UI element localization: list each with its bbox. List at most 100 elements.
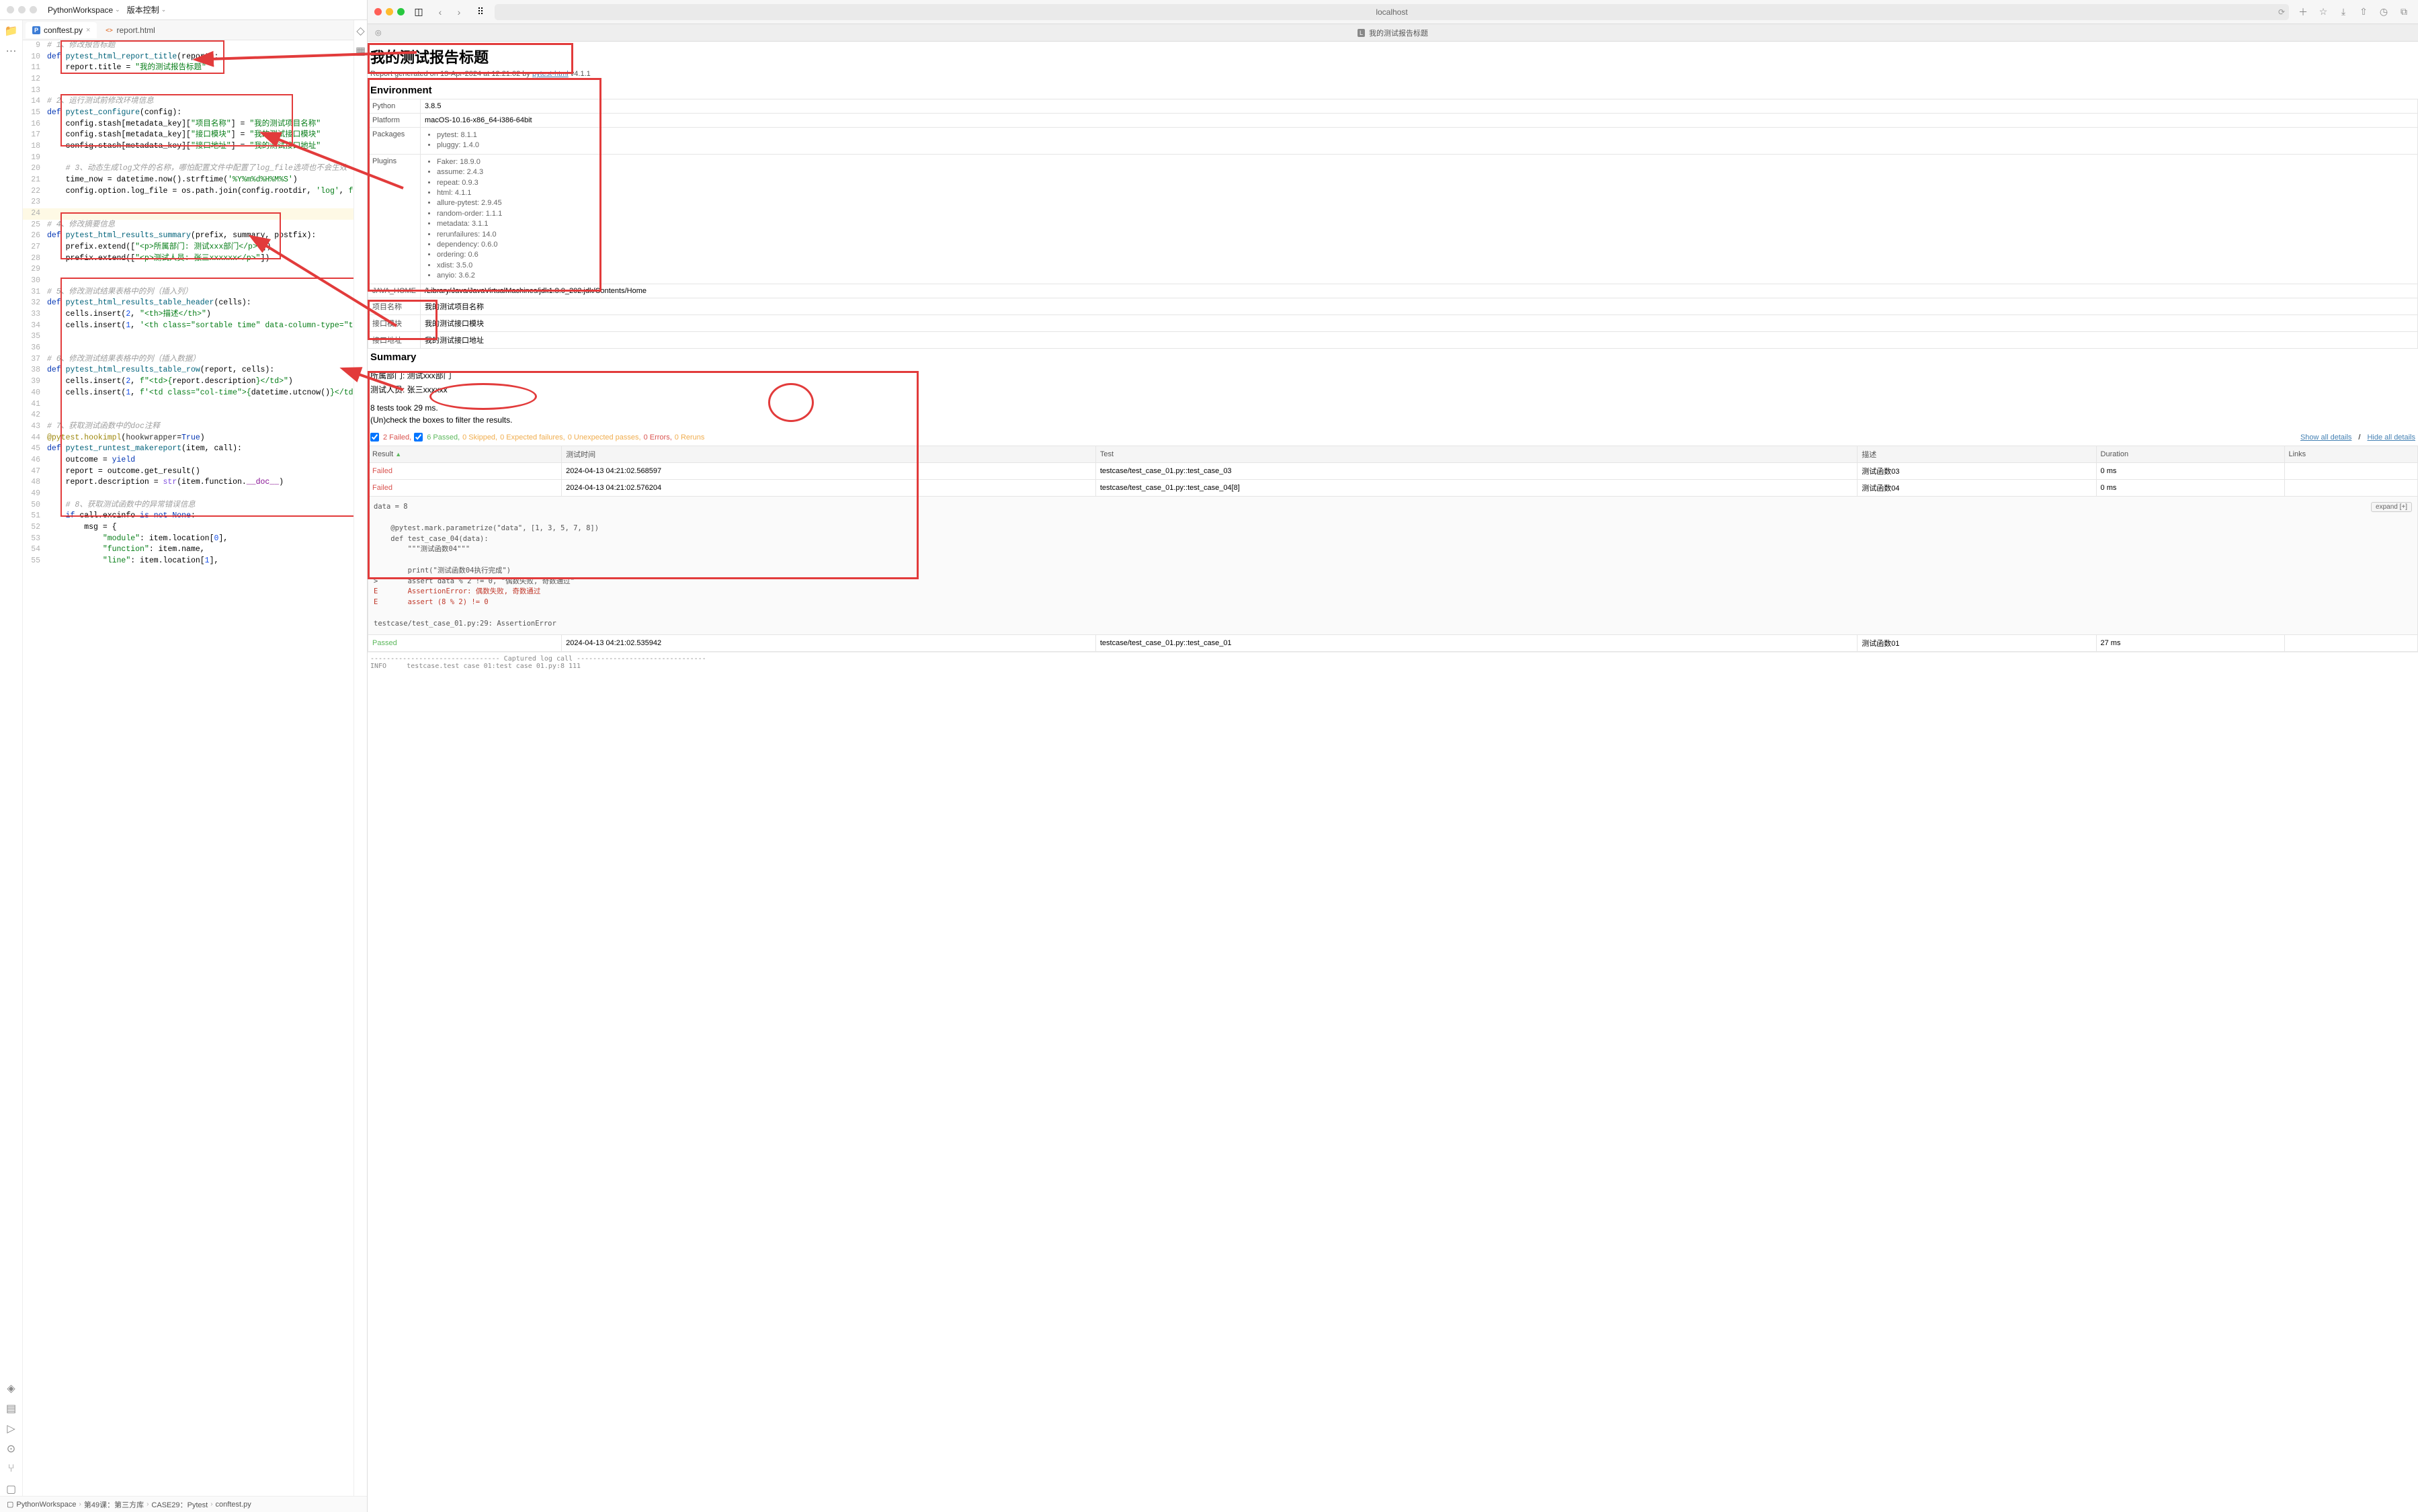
table-row[interactable]: Failed 2024-04-13 04:21:02.576204 testca… <box>368 480 2418 497</box>
results-header-cell[interactable]: Test <box>1095 446 1857 463</box>
code-line[interactable]: 25# 4、修改摘要信息 <box>23 220 353 231</box>
reload-icon[interactable]: ⟳ <box>2278 7 2285 17</box>
close-dot[interactable] <box>374 8 382 15</box>
breadcrumb-item[interactable]: conftest.py <box>216 1501 251 1509</box>
code-line[interactable]: 17 config.stash[metadata_key]["接口模块"] = … <box>23 130 353 141</box>
filter-failed-checkbox[interactable] <box>370 433 379 442</box>
code-line[interactable]: 38def pytest_html_results_table_row(repo… <box>23 365 353 376</box>
project-selector[interactable]: PythonWorkspace ⌄ <box>48 5 120 15</box>
expand-button[interactable]: expand [+] <box>2371 502 2412 512</box>
results-header-cell[interactable]: 描述 <box>1858 446 2096 463</box>
code-line[interactable]: 41 <box>23 399 353 411</box>
code-line[interactable]: 44@pytest.hookimpl(hookwrapper=True) <box>23 433 353 444</box>
code-line[interactable]: 36 <box>23 343 353 354</box>
results-header-cell[interactable]: Duration <box>2096 446 2284 463</box>
clock-icon[interactable]: ◷ <box>2376 5 2391 19</box>
python-icon[interactable]: ◈ <box>5 1382 18 1395</box>
code-line[interactable]: 16 config.stash[metadata_key]["项目名称"] = … <box>23 119 353 130</box>
code-line[interactable]: 22 config.option.log_file = os.path.join… <box>23 186 353 198</box>
code-line[interactable]: 13 <box>23 85 353 97</box>
download-icon[interactable]: ⤓ <box>2336 5 2351 19</box>
code-line[interactable]: 18 config.stash[metadata_key]["接口地址"] = … <box>23 141 353 153</box>
settings-icon[interactable]: ▢ <box>5 1482 18 1496</box>
code-line[interactable]: 46 outcome = yield <box>23 455 353 466</box>
folder-icon[interactable]: 📁 <box>5 24 18 38</box>
code-line[interactable]: 37# 6、修改测试结果表格中的列（插入数据） <box>23 354 353 366</box>
code-line[interactable]: 47 report = outcome.get_result() <box>23 466 353 478</box>
code-line[interactable]: 27 prefix.extend(["<p>所属部门: 测试xxx部门</p>"… <box>23 242 353 253</box>
code-line[interactable]: 11 report.title = "我的测试报告标题" <box>23 62 353 74</box>
code-line[interactable]: 12 <box>23 74 353 85</box>
code-line[interactable]: 32def pytest_html_results_table_header(c… <box>23 298 353 309</box>
forward-icon[interactable]: › <box>452 5 466 19</box>
git-icon[interactable]: ⑂ <box>5 1462 18 1476</box>
zoom-dot[interactable] <box>397 8 405 15</box>
tabs-icon[interactable]: ⧉ <box>2396 5 2411 19</box>
table-row[interactable]: Passed 2024-04-13 04:21:02.535942 testca… <box>368 635 2418 652</box>
report-content[interactable]: 我的测试报告标题 Report generated on 13-Apr-2024… <box>368 42 2418 1512</box>
code-line[interactable]: 50 # 8、获取测试函数中的异常错误信息 <box>23 500 353 511</box>
code-line[interactable]: 51 if call.excinfo is not None: <box>23 511 353 522</box>
close-dot[interactable] <box>7 6 14 13</box>
code-line[interactable]: 42 <box>23 410 353 421</box>
code-line[interactable]: 52 msg = { <box>23 522 353 534</box>
minimize-dot[interactable] <box>18 6 26 13</box>
code-line[interactable]: 43# 7、获取测试函数中的doc注释 <box>23 421 353 433</box>
code-line[interactable]: 34 cells.insert(1, '<th class="sortable … <box>23 321 353 332</box>
results-header-cell[interactable]: 测试时间 <box>562 446 1096 463</box>
sidebar-icon[interactable]: ◫ <box>411 5 426 19</box>
code-line[interactable]: 24 <box>23 208 353 220</box>
code-editor[interactable]: 9# 1、修改报告标题10def pytest_html_report_titl… <box>23 40 353 1496</box>
hide-all-link[interactable]: Hide all details <box>2367 433 2415 442</box>
editor-tab[interactable]: Pconftest.py× <box>26 22 97 38</box>
code-line[interactable]: 40 cells.insert(1, f'<td class="col-time… <box>23 388 353 399</box>
code-line[interactable]: 49 <box>23 489 353 500</box>
code-line[interactable]: 29 <box>23 264 353 276</box>
code-line[interactable]: 10def pytest_html_report_title(report): <box>23 52 353 63</box>
breadcrumb-item[interactable]: CASE29：Pytest <box>151 1499 208 1510</box>
show-all-link[interactable]: Show all details <box>2300 433 2351 442</box>
zoom-dot[interactable] <box>30 6 37 13</box>
back-icon[interactable]: ‹ <box>433 5 448 19</box>
reader-icon[interactable]: ◎ <box>375 28 382 37</box>
code-line[interactable]: 28 prefix.extend(["<p>测试人员: 张三xxxxxx</p>… <box>23 253 353 265</box>
code-line[interactable]: 31# 5、修改测试结果表格中的列（插入列） <box>23 287 353 298</box>
code-line[interactable]: 20 # 3、动态生成log文件的名称，哪怕配置文件中配置了log_file选项… <box>23 163 353 175</box>
code-line[interactable]: 9# 1、修改报告标题 <box>23 40 353 52</box>
add-icon[interactable]: ＋ <box>2296 5 2310 19</box>
code-line[interactable]: 15def pytest_configure(config): <box>23 108 353 119</box>
url-bar[interactable]: localhost ⟳ <box>495 4 2289 20</box>
run-icon[interactable]: ▷ <box>5 1422 18 1435</box>
filter-passed-label[interactable]: 6 Passed, <box>427 433 460 442</box>
star-icon[interactable]: ☆ <box>2316 5 2331 19</box>
editor-tab[interactable]: <>report.html <box>98 22 161 38</box>
code-line[interactable]: 39 cells.insert(2, f"<td>{report.descrip… <box>23 376 353 388</box>
code-line[interactable]: 23 <box>23 197 353 208</box>
grid-icon[interactable]: ⠿ <box>473 5 488 19</box>
minimize-dot[interactable] <box>386 8 393 15</box>
filter-passed-checkbox[interactable] <box>414 433 423 442</box>
more-icon[interactable]: ⋯ <box>5 44 18 58</box>
code-line[interactable]: 14# 2、运行测试前修改环境信息 <box>23 96 353 108</box>
table-row[interactable]: Failed 2024-04-13 04:21:02.568597 testca… <box>368 463 2418 480</box>
code-line[interactable]: 35 <box>23 331 353 343</box>
code-line[interactable]: 33 cells.insert(2, "<th>描述</th>") <box>23 309 353 321</box>
share-icon[interactable]: ⇧ <box>2356 5 2371 19</box>
code-line[interactable]: 26def pytest_html_results_summary(prefix… <box>23 230 353 242</box>
problems-icon[interactable]: ⊙ <box>5 1442 18 1456</box>
code-line[interactable]: 53 "module": item.location[0], <box>23 534 353 545</box>
close-icon[interactable]: × <box>86 26 90 34</box>
database-icon[interactable]: ▦ <box>354 44 368 58</box>
notifications-icon[interactable]: ◇ <box>354 24 368 38</box>
vcs-menu[interactable]: 版本控制 ⌄ <box>127 4 167 15</box>
breadcrumb-item[interactable]: 第49课：第三方库 <box>84 1499 144 1510</box>
browser-tab-title[interactable]: 我的测试报告标题 <box>1369 28 1428 38</box>
breadcrumb-item[interactable]: PythonWorkspace <box>16 1501 76 1509</box>
results-header-cell[interactable]: Result ▲ <box>368 446 562 463</box>
code-line[interactable]: 54 "function": item.name, <box>23 544 353 556</box>
results-header-cell[interactable]: Links <box>2284 446 2418 463</box>
code-line[interactable]: 21 time_now = datetime.now().strftime('%… <box>23 175 353 186</box>
code-line[interactable]: 30 <box>23 276 353 287</box>
code-line[interactable]: 55 "line": item.location[1], <box>23 556 353 567</box>
code-line[interactable]: 48 report.description = str(item.functio… <box>23 477 353 489</box>
